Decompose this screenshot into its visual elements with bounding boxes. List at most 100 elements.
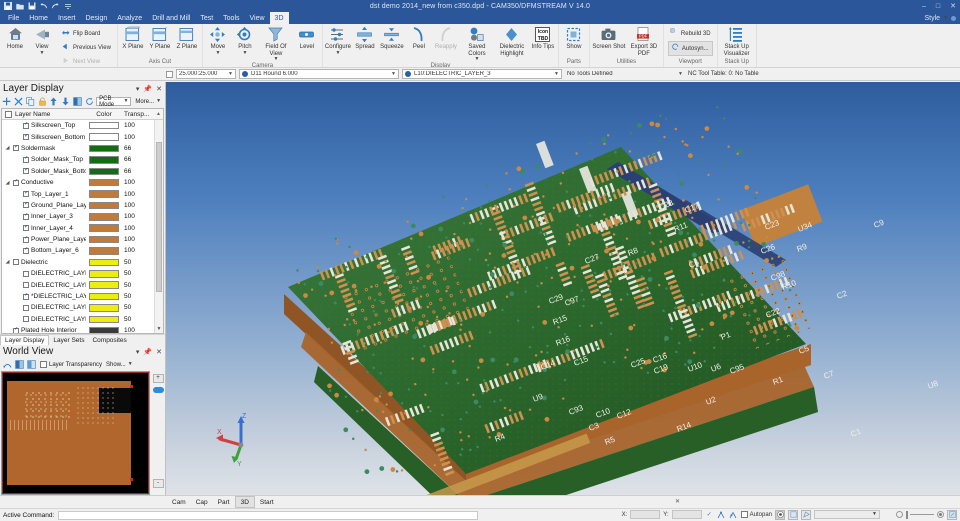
- panel-close-icon[interactable]: ✕: [156, 348, 162, 356]
- pitch-button[interactable]: Pitch▼: [232, 25, 258, 56]
- layer-visibility-checkbox[interactable]: [23, 316, 29, 322]
- layer-color-swatch[interactable]: [86, 202, 122, 210]
- tools-combo[interactable]: No Tools Defined ▼: [565, 69, 685, 79]
- screen-shot-button[interactable]: Screen Shot: [592, 25, 626, 51]
- panel-pin-icon[interactable]: 📌: [143, 348, 152, 356]
- layer-grid-scrollbar[interactable]: ▼: [154, 120, 163, 333]
- chevron-down-icon[interactable]: ▼: [335, 51, 340, 56]
- ortho-mode-icon[interactable]: ✓: [705, 510, 714, 519]
- layer-color-swatch[interactable]: [86, 156, 122, 164]
- layer-visibility-checkbox[interactable]: [23, 248, 29, 254]
- grid-combo[interactable]: 25.000:25.000 ▼: [176, 69, 236, 79]
- layer-color-swatch[interactable]: [86, 213, 122, 221]
- flip-board-button[interactable]: Flip Board: [58, 27, 113, 40]
- layer-mode-combo[interactable]: PCB Mode ▼: [96, 97, 131, 106]
- autosyn-button[interactable]: Autosyn...: [668, 41, 713, 56]
- x-plane-button[interactable]: X Plane: [120, 25, 146, 51]
- copy-layer-icon[interactable]: [26, 97, 36, 107]
- world-view-zoom-out-button[interactable]: -: [153, 479, 164, 488]
- layer-color-swatch[interactable]: [86, 122, 122, 130]
- layer-visibility-checkbox[interactable]: [23, 168, 29, 174]
- layer-visibility-checkbox[interactable]: [23, 191, 29, 197]
- window-controls[interactable]: – □ ✕: [920, 0, 958, 12]
- reapply-button[interactable]: Reapply: [433, 25, 459, 51]
- layer-visibility-checkbox[interactable]: [23, 294, 29, 300]
- layer-visibility-checkbox[interactable]: [23, 225, 29, 231]
- delete-layer-icon[interactable]: [14, 97, 24, 107]
- world-view-toolbar[interactable]: Layer Transparency Show... ▼: [0, 358, 165, 371]
- layer-visibility-checkbox[interactable]: [23, 305, 29, 311]
- layer-row[interactable]: ◢Soldermask66: [2, 143, 163, 154]
- snap-midpoint-icon[interactable]: [729, 510, 738, 519]
- next-view-button[interactable]: Next View: [58, 55, 113, 68]
- scroll-down-icon[interactable]: ▼: [155, 325, 163, 333]
- layer-panel-tabs[interactable]: Layer DisplayLayer SetsComposites: [0, 334, 165, 345]
- squeeze-button[interactable]: Squeeze: [379, 25, 405, 51]
- snap-vertex-icon[interactable]: [717, 510, 726, 519]
- dock-tab-layer-sets[interactable]: Layer Sets: [49, 335, 88, 345]
- select-all-layers-checkbox[interactable]: [5, 111, 12, 118]
- menu-item-home[interactable]: Home: [24, 12, 53, 24]
- layer-row[interactable]: *DIELECTRIC_LAYER_350: [2, 291, 163, 302]
- layer-visibility-checkbox[interactable]: [23, 157, 29, 163]
- layer-color-swatch[interactable]: [86, 270, 122, 278]
- world-view-canvas[interactable]: [1, 371, 150, 495]
- layer-color-swatch[interactable]: [86, 293, 122, 301]
- previous-view-button[interactable]: Previous View: [58, 41, 113, 54]
- pcb-board-render[interactable]: [166, 82, 960, 495]
- layer-color-swatch[interactable]: [86, 190, 122, 198]
- info-tips-button[interactable]: IconTBDInfo Tips: [530, 25, 556, 51]
- layer-visibility-checkbox[interactable]: [23, 134, 29, 140]
- chevron-down-icon[interactable]: ▼: [242, 51, 247, 56]
- layer-combo[interactable]: L10:DIELECTRIC_LAYER_3 ▼: [402, 69, 562, 79]
- panel-menu-icon[interactable]: ▾: [136, 85, 140, 93]
- polygon-select-button[interactable]: [801, 510, 811, 520]
- zoom-layer-icon[interactable]: [14, 360, 24, 370]
- style-selector[interactable]: Style ▼: [924, 12, 956, 24]
- view-button[interactable]: View▼: [29, 25, 55, 56]
- resize-grip[interactable]: [947, 510, 957, 520]
- y-coordinate-input[interactable]: [672, 510, 702, 519]
- layer-row[interactable]: Solder_Mask_Top66: [2, 154, 163, 165]
- layer-row[interactable]: DIELECTRIC_LAYER_250: [2, 279, 163, 290]
- layer-color-swatch[interactable]: [86, 316, 122, 324]
- field-of-view-button[interactable]: Field Of View▼: [259, 25, 293, 62]
- selection-mode-button[interactable]: [775, 510, 785, 520]
- expander-icon[interactable]: ◢: [4, 259, 11, 265]
- autopan-toggle[interactable]: Autopan: [741, 511, 772, 518]
- zoom-slider-knob[interactable]: [906, 511, 908, 519]
- layer-color-swatch[interactable]: [86, 133, 122, 141]
- add-layer-icon[interactable]: [2, 97, 12, 107]
- zoom-slider-track[interactable]: [910, 514, 934, 515]
- lock-layer-icon[interactable]: [37, 97, 47, 107]
- expander-icon[interactable]: ◢: [4, 180, 11, 186]
- layer-row[interactable]: Silkscreen_Bottom100: [2, 131, 163, 142]
- dielectric-highlight-button[interactable]: Dielectric Highlight: [495, 25, 529, 57]
- layer-color-swatch[interactable]: [86, 281, 122, 289]
- rectangle-select-button[interactable]: [788, 510, 798, 520]
- zoom-in-icon[interactable]: [937, 511, 944, 518]
- layer-color-swatch[interactable]: [86, 247, 122, 255]
- layer-visibility-checkbox[interactable]: [23, 237, 29, 243]
- layer-color-swatch[interactable]: [86, 259, 122, 267]
- filter-combo[interactable]: ▼: [814, 510, 880, 519]
- layer-row[interactable]: Top_Layer_1100: [2, 188, 163, 199]
- command-input[interactable]: [58, 511, 478, 520]
- menu-item-insert[interactable]: Insert: [53, 12, 81, 24]
- layer-row[interactable]: Inner_Layer_3100: [2, 211, 163, 222]
- layer-row[interactable]: Power_Plane_Layer_5100: [2, 234, 163, 245]
- menu-item-drill-and-mill[interactable]: Drill and Mill: [147, 12, 195, 24]
- fit-icon[interactable]: [2, 360, 12, 370]
- menu-item-design[interactable]: Design: [80, 12, 112, 24]
- move-up-icon[interactable]: [49, 97, 59, 107]
- layer-row[interactable]: Silkscreen_Top100: [2, 120, 163, 131]
- level-button[interactable]: Level: [294, 25, 320, 51]
- world-view-zoom-in-button[interactable]: +: [153, 374, 164, 383]
- menu-item-3d[interactable]: 3D: [270, 12, 289, 24]
- layer-color-swatch[interactable]: [86, 224, 122, 232]
- layer-visibility-checkbox[interactable]: [13, 328, 19, 333]
- panel-menu-icon[interactable]: ▾: [136, 348, 140, 356]
- layer-color-swatch[interactable]: [86, 179, 122, 187]
- layer-color-swatch[interactable]: [86, 327, 122, 333]
- chevron-down-icon[interactable]: ▼: [215, 51, 220, 56]
